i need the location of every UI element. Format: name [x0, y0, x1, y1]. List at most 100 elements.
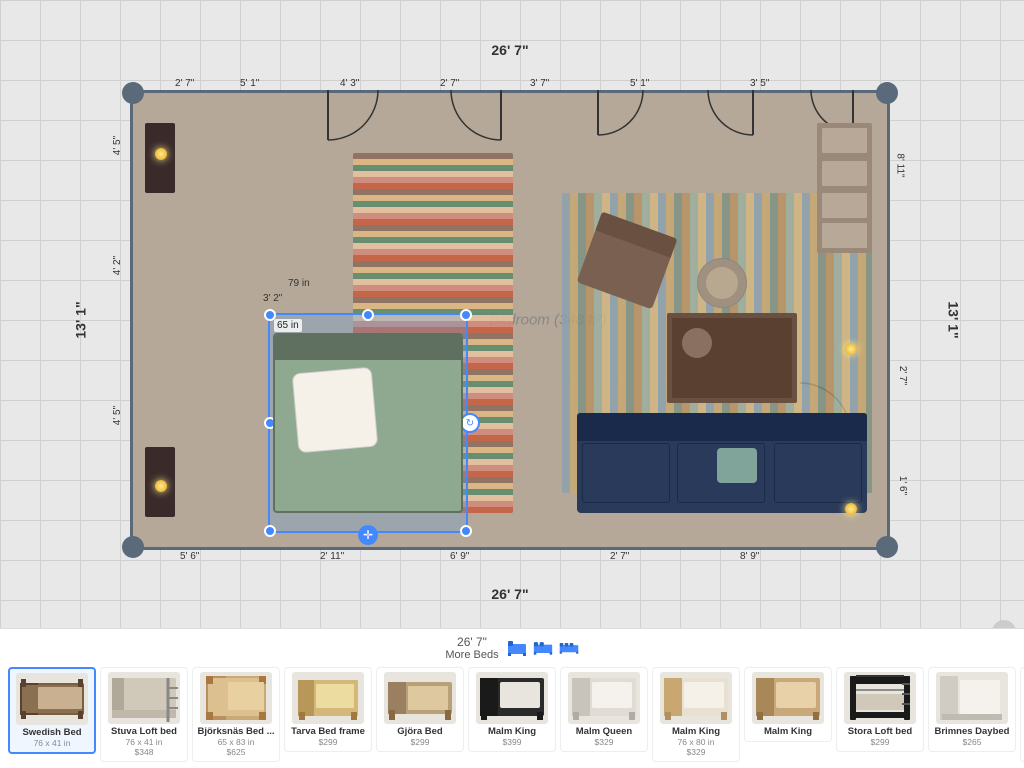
furniture-card-price-malm-queen: $329 [595, 737, 614, 747]
furniture-card-img-malm-queen [568, 672, 640, 724]
furniture-card-name-malm-king3: Malm King [764, 726, 812, 737]
wall-unit-right[interactable] [817, 123, 872, 253]
dim-left: 13' 1" [73, 301, 89, 338]
furniture-card-img-malm-king3 [752, 672, 824, 724]
sofa[interactable] [577, 413, 867, 513]
wall-seg-top-1: 2' 7" [175, 78, 194, 89]
furniture-card-img-brimnes-daybed [936, 672, 1008, 724]
bottom-panel: 26' 7" More Beds [0, 628, 1024, 768]
canvas-area[interactable]: 26' 7" 26' 7" 13' 1" 13' 1" 2' 7" 5' 1" … [0, 0, 1024, 628]
furniture-card-price-gjora: $299 [411, 737, 430, 747]
furniture-card-name-malm-queen: Malm Queen [576, 726, 633, 737]
furniture-card-img-bjorksnas [200, 672, 272, 724]
furniture-card-stuva-loft[interactable]: Stuva Loft bed76 x 41 in$348 [100, 667, 188, 762]
wall-seg-top-2: 5' 1" [240, 78, 259, 89]
rug-dim-w: 3' 2" [263, 293, 282, 304]
corner-bl [122, 536, 144, 558]
furniture-card-malm-king3[interactable]: Malm King [744, 667, 832, 742]
furniture-card-img-tarva [292, 672, 364, 724]
wall-seg-bot-2: 2' 11" [320, 551, 344, 562]
wall-seg-top-5: 3' 7" [530, 78, 549, 89]
furniture-card-gjora[interactable]: Gjöra Bed$299 [376, 667, 464, 752]
dim-bottom: 26' 7" [491, 586, 528, 602]
furniture-card-price-malm-king2: $329 [687, 747, 706, 757]
furniture-card-name-tarva: Tarva Bed frame [291, 726, 365, 737]
wall-seg-right-2: 2' 7" [897, 366, 908, 385]
lamp-right-bottom[interactable] [845, 503, 857, 515]
furniture-card-price-stuva-loft: $348 [135, 747, 154, 757]
wall-seg-left-3: 4' 5" [112, 406, 123, 425]
lamp-bottom-left[interactable] [155, 480, 167, 492]
wall-seg-bot-4: 2' 7" [610, 551, 629, 562]
furniture-card-swedish-bed[interactable]: Swedish Bed76 x 41 in [8, 667, 96, 754]
furniture-card-name-gjora: Gjöra Bed [397, 726, 442, 737]
bed-main[interactable] [273, 333, 463, 513]
furniture-card-dims-stuva-loft: 76 x 41 in [126, 737, 163, 747]
lamp-right-top[interactable] [845, 343, 857, 355]
wall-seg-bot-3: 6' 9" [450, 551, 469, 562]
door-arc-2 [441, 90, 501, 150]
room-container: 26' 7" 26' 7" 13' 1" 13' 1" 2' 7" 5' 1" … [100, 60, 920, 580]
furniture-card-name-malm-king: Malm King [488, 726, 536, 737]
bed-pillow [292, 367, 379, 454]
wall-seg-top-3: 4' 3" [340, 78, 359, 89]
furniture-card-img-malm-king [476, 672, 548, 724]
side-table-round[interactable] [697, 258, 747, 308]
resize-handle-tr[interactable] [460, 309, 472, 321]
furniture-card-price-bjorksnas: $625 [227, 747, 246, 757]
bed-single-icon[interactable] [507, 640, 527, 656]
sel-dim-65: 65 in [274, 319, 302, 332]
wall-seg-bot-5: 8' 9" [740, 551, 759, 562]
wall-seg-top-4: 2' 7" [440, 78, 459, 89]
furniture-card-brimnes-daybed[interactable]: Brimnes Daybed$265 [928, 667, 1016, 752]
furniture-card-dims-swedish-bed: 76 x 41 in [34, 738, 71, 748]
furniture-card-bjorksnas[interactable]: Björksnäs Bed ...65 x 83 in$625 [192, 667, 280, 762]
furniture-card-malm-queen[interactable]: Malm Queen$329 [560, 667, 648, 752]
furniture-card-price-brimnes-daybed: $265 [963, 737, 982, 747]
door-arc-3 [598, 90, 653, 145]
furniture-card-img-stuva-loft [108, 672, 180, 724]
furniture-card-stora-loft[interactable]: Stora Loft bed$299 [836, 667, 924, 752]
dim-top: 26' 7" [491, 42, 528, 58]
furniture-card-brimnes-daybed2[interactable]: Brimnes Daybed63 x 77 in$265 [1020, 667, 1024, 762]
furniture-card-name-stuva-loft: Stuva Loft bed [111, 726, 177, 737]
bed-king-icon[interactable] [559, 640, 579, 656]
furniture-card-img-malm-king2 [660, 672, 732, 724]
furniture-card-price-tarva: $299 [319, 737, 338, 747]
furniture-card-name-stora-loft: Stora Loft bed [848, 726, 912, 737]
furniture-card-name-bjorksnas: Björksnäs Bed ... [197, 726, 274, 737]
coffee-table[interactable] [667, 313, 797, 403]
panel-title: 26' 7" More Beds [445, 635, 498, 661]
dim-right: 13' 1" [945, 301, 961, 338]
corner-br [876, 536, 898, 558]
furniture-card-img-gjora [384, 672, 456, 724]
furniture-card-price-malm-king: $399 [503, 737, 522, 747]
rotate-handle[interactable]: ↻ [460, 413, 480, 433]
bed-icons-row [507, 640, 579, 656]
furniture-card-dims-malm-king2: 76 x 80 in [678, 737, 715, 747]
bed-double-icon[interactable] [533, 640, 553, 656]
corner-tl [122, 82, 144, 104]
furniture-card-name-malm-king2: Malm King [672, 726, 720, 737]
wall-seg-left-1: 4' 5" [112, 136, 123, 155]
move-handle[interactable]: ✛ [358, 525, 378, 545]
furniture-strip[interactable]: Swedish Bed76 x 41 inStuva Loft bed76 x … [0, 663, 1024, 768]
wall-seg-top-7: 3' 5" [750, 78, 769, 89]
rug-dim-79: 79 in [288, 278, 310, 289]
furniture-card-dims-bjorksnas: 65 x 83 in [218, 737, 255, 747]
lamp-top-left[interactable] [155, 148, 167, 160]
wall-seg-right-1: 8' 11" [894, 153, 905, 177]
wall-seg-bot-1: 5' 6" [180, 551, 199, 562]
resize-handle-bl[interactable] [264, 525, 276, 537]
resize-handle-br[interactable] [460, 525, 472, 537]
furniture-card-img-swedish-bed [16, 673, 88, 725]
bottom-panel-header: 26' 7" More Beds [0, 629, 1024, 663]
furniture-card-malm-king2[interactable]: Malm King76 x 80 in$329 [652, 667, 740, 762]
corner-tr [876, 82, 898, 104]
resize-handle-tm[interactable] [362, 309, 374, 321]
door-arc-4 [698, 90, 753, 145]
furniture-card-tarva[interactable]: Tarva Bed frame$299 [284, 667, 372, 752]
wall-seg-top-6: 5' 1" [630, 78, 649, 89]
furniture-card-malm-king[interactable]: Malm King$399 [468, 667, 556, 752]
furniture-card-price-stora-loft: $299 [871, 737, 890, 747]
